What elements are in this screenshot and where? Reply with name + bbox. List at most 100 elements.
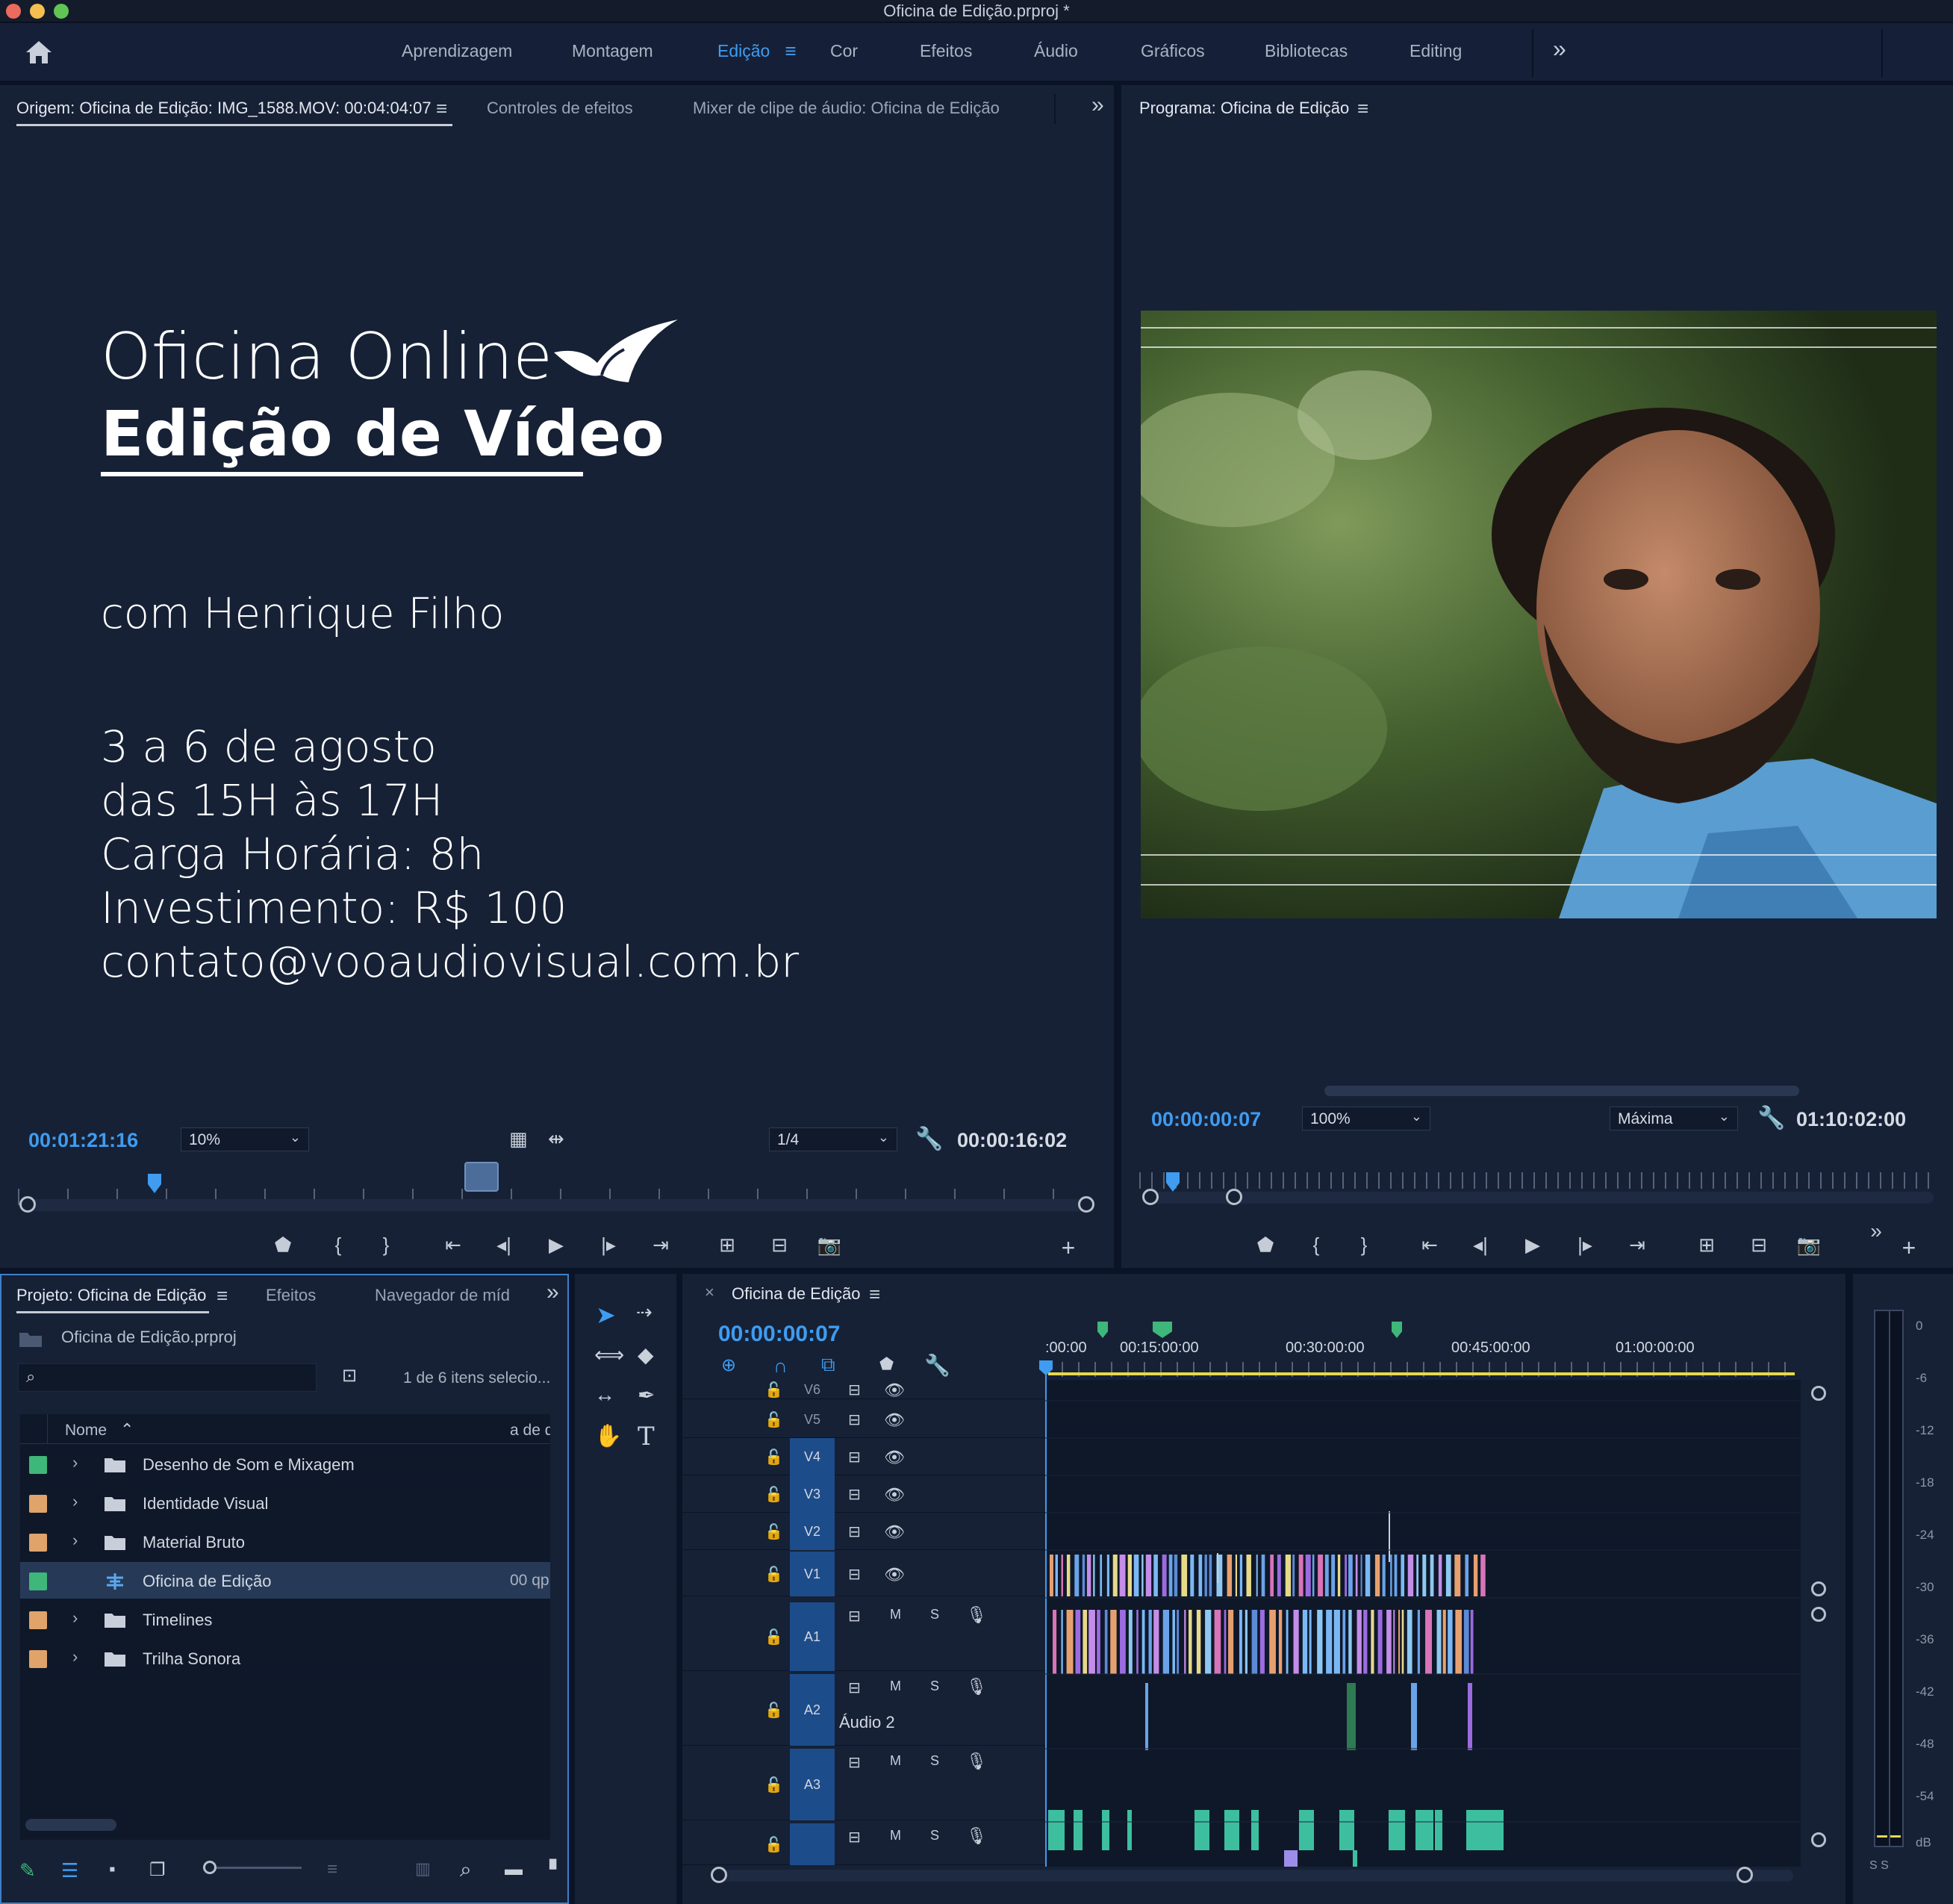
- video-clip[interactable]: [1331, 1555, 1336, 1596]
- program-step-back-icon[interactable]: ◂|: [1468, 1233, 1493, 1256]
- audio-clip[interactable]: [1411, 1683, 1417, 1750]
- project-item-trilha-sonora[interactable]: › Trilha Sonora: [20, 1640, 550, 1677]
- play-icon[interactable]: ▶: [543, 1233, 569, 1256]
- selection-tool-icon[interactable]: ➤: [596, 1301, 616, 1329]
- video-clip[interactable]: [1256, 1555, 1258, 1596]
- video-vscroll-top[interactable]: [1811, 1386, 1826, 1401]
- project-item-timelines[interactable]: › Timelines: [20, 1601, 550, 1638]
- audio-clip[interactable]: [1127, 1810, 1132, 1850]
- video-clip[interactable]: [1382, 1555, 1386, 1596]
- video-clip[interactable]: [1407, 1555, 1414, 1596]
- audio-clip[interactable]: [1417, 1610, 1420, 1674]
- source-timecode-current[interactable]: 00:01:21:16: [28, 1129, 138, 1152]
- eye-icon[interactable]: 👁: [884, 1448, 905, 1467]
- audio-clip[interactable]: [1293, 1610, 1299, 1674]
- audio-clip[interactable]: [1245, 1610, 1248, 1674]
- lock-icon[interactable]: 🔓: [764, 1448, 783, 1466]
- video-clip[interactable]: [1209, 1555, 1212, 1596]
- audio-track-header-a3[interactable]: 🔓 A3 ⊟ M S 🎙: [682, 1749, 1045, 1820]
- workspace-tab-audio[interactable]: Áudio: [1034, 41, 1078, 61]
- microphone-icon[interactable]: 🎙: [966, 1826, 987, 1846]
- tab-sequence[interactable]: Oficina de Edição: [732, 1284, 860, 1304]
- workspace-tab-edicao[interactable]: Edição: [717, 41, 770, 61]
- audio-clip[interactable]: [1353, 1850, 1357, 1867]
- program-overflow-icon[interactable]: »: [1863, 1220, 1889, 1242]
- tab-source[interactable]: Origem: Oficina de Edição: IMG_1588.MOV:…: [16, 99, 432, 118]
- audio-clip[interactable]: [1259, 1610, 1265, 1674]
- video-clip[interactable]: [1261, 1555, 1265, 1596]
- audio-clip[interactable]: [1189, 1610, 1192, 1674]
- eye-icon[interactable]: 👁: [884, 1565, 905, 1584]
- new-item-icon[interactable]: ▘: [549, 1859, 563, 1881]
- tab-audio-clip-mixer[interactable]: Mixer de clipe de áudio: Oficina de Ediç…: [693, 99, 1000, 118]
- zoom-slider[interactable]: [203, 1861, 217, 1874]
- source-panel-menu-icon[interactable]: ≡: [436, 97, 447, 120]
- icon-view-icon[interactable]: ▪: [109, 1859, 116, 1880]
- audio-clip[interactable]: [1088, 1610, 1095, 1674]
- audio-clip[interactable]: [1120, 1610, 1126, 1674]
- sync-lock-icon[interactable]: ⊟: [848, 1410, 861, 1429]
- audio-clip[interactable]: [1468, 1683, 1472, 1750]
- label-color-swatch[interactable]: [29, 1534, 47, 1552]
- lift-icon[interactable]: ⊞: [1690, 1233, 1723, 1256]
- audio-clip[interactable]: [1194, 1810, 1209, 1850]
- source-marker[interactable]: [464, 1162, 499, 1192]
- audio-clip[interactable]: [1083, 1610, 1088, 1674]
- lock-icon[interactable]: 🔓: [764, 1701, 783, 1720]
- track-label[interactable]: V6: [790, 1382, 835, 1398]
- track-label[interactable]: V4: [790, 1449, 835, 1465]
- workspace-tab-efeitos[interactable]: Efeitos: [920, 41, 972, 61]
- video-clip[interactable]: [1198, 1555, 1203, 1596]
- audio-clip[interactable]: [1075, 1610, 1081, 1674]
- video-clip[interactable]: [1473, 1555, 1478, 1596]
- program-scroll[interactable]: [1324, 1086, 1799, 1096]
- video-clip[interactable]: [1324, 1555, 1329, 1596]
- audio-clip[interactable]: [1097, 1610, 1100, 1674]
- audio-clip[interactable]: [1239, 1610, 1242, 1674]
- video-clip[interactable]: [1181, 1555, 1188, 1596]
- workspace-tab-montagem[interactable]: Montagem: [572, 41, 653, 61]
- audio-clip[interactable]: [1251, 1810, 1259, 1850]
- video-clip[interactable]: [1355, 1555, 1358, 1596]
- microphone-icon[interactable]: 🎙: [966, 1752, 987, 1771]
- audio-clip[interactable]: [1442, 1610, 1446, 1674]
- video-clip[interactable]: [1074, 1555, 1080, 1596]
- video-track-header-v3[interactable]: 🔓 V3 ⊟ 👁: [682, 1475, 1045, 1513]
- timeline-menu-icon[interactable]: ≡: [869, 1283, 880, 1306]
- audio-clip[interactable]: [1136, 1610, 1139, 1674]
- source-settings-wrench-icon[interactable]: 🔧: [915, 1126, 943, 1152]
- audio-clip[interactable]: [1066, 1610, 1074, 1674]
- type-tool-icon[interactable]: T: [638, 1422, 655, 1452]
- tab-effects[interactable]: Efeitos: [266, 1286, 316, 1305]
- video-clip[interactable]: [1066, 1555, 1071, 1596]
- video-clip[interactable]: [1430, 1555, 1434, 1596]
- disclosure-triangle-icon[interactable]: ›: [72, 1647, 78, 1667]
- tab-media-browser[interactable]: Navegador de míd: [375, 1286, 510, 1305]
- insert-clip-icon[interactable]: ▦: [509, 1127, 528, 1151]
- program-mark-out-icon[interactable]: }: [1351, 1233, 1377, 1256]
- audio-vscroll-top[interactable]: [1811, 1607, 1826, 1622]
- video-clip[interactable]: [1217, 1553, 1218, 1583]
- find-bottom-icon[interactable]: ⌕: [460, 1858, 472, 1882]
- video-clip[interactable]: [1318, 1555, 1324, 1596]
- source-playhead[interactable]: [146, 1172, 163, 1195]
- video-track-header-v1[interactable]: 🔓 V1 ⊟ 👁: [682, 1552, 1045, 1596]
- audio-clip[interactable]: [1104, 1610, 1108, 1674]
- track-label[interactable]: A2: [790, 1702, 835, 1718]
- audio-clip[interactable]: [1317, 1610, 1323, 1674]
- workspace-tab-bibliotecas[interactable]: Bibliotecas: [1265, 41, 1348, 61]
- video-clip[interactable]: [1174, 1555, 1178, 1596]
- lock-icon[interactable]: 🔓: [764, 1381, 783, 1399]
- source-zoom-scrollbar[interactable]: [27, 1199, 1087, 1211]
- track-label[interactable]: V3: [790, 1487, 835, 1502]
- video-clip[interactable]: [1305, 1555, 1311, 1596]
- program-button-editor-icon[interactable]: +: [1896, 1236, 1922, 1260]
- solo-button[interactable]: S: [930, 1753, 939, 1769]
- video-track-header-v4[interactable]: 🔓 V4 ⊟ 👁: [682, 1438, 1045, 1475]
- program-step-forward-icon[interactable]: |▸: [1572, 1233, 1598, 1256]
- video-clip[interactable]: [1153, 1555, 1158, 1596]
- timeline-hscroll[interactable]: [718, 1870, 1793, 1882]
- audio-clip[interactable]: [1048, 1810, 1065, 1850]
- sync-lock-icon[interactable]: ⊟: [848, 1753, 861, 1772]
- eye-icon[interactable]: 👁: [884, 1522, 905, 1542]
